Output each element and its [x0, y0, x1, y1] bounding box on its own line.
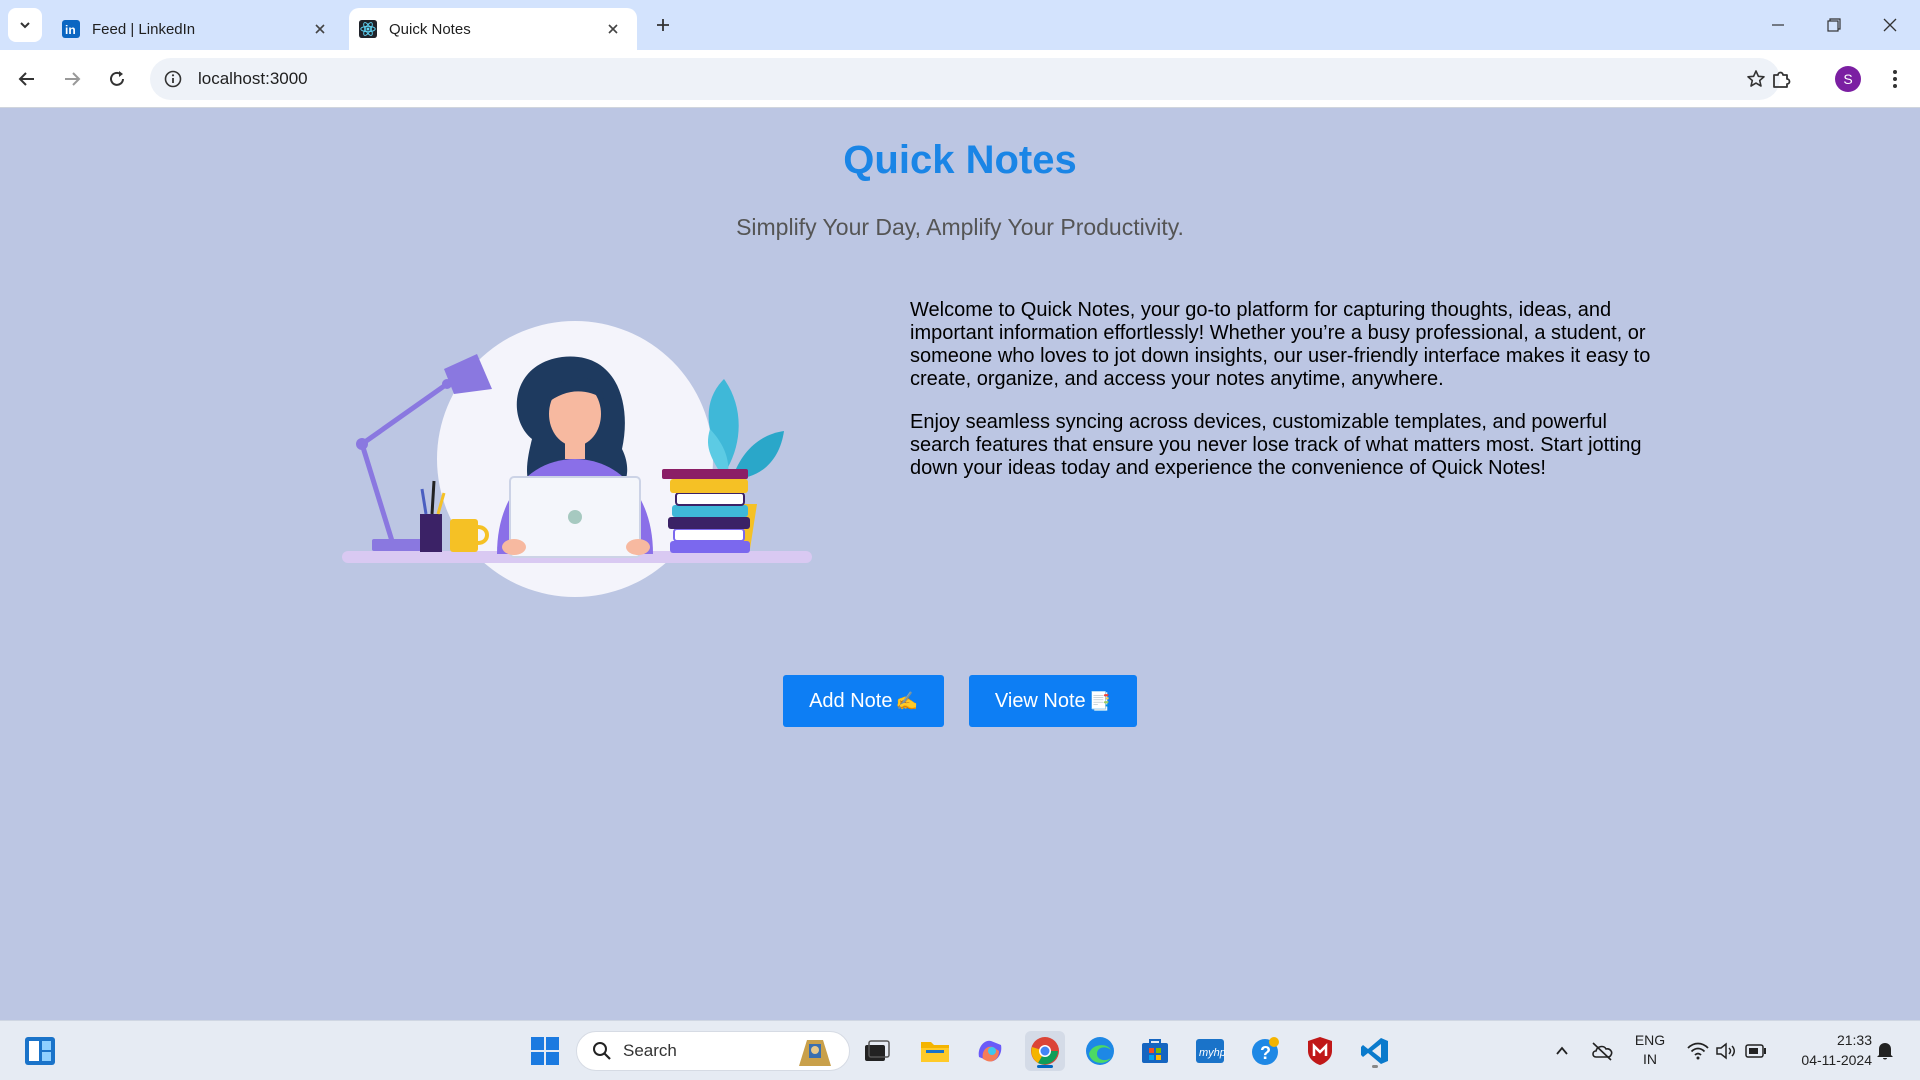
- bookmark-tabs-icon: 📑: [1088, 690, 1112, 711]
- svg-text:myhp: myhp: [1199, 1047, 1225, 1059]
- close-icon: [1883, 18, 1897, 32]
- restore-button[interactable]: [1806, 0, 1862, 50]
- help-icon: ?: [1252, 1037, 1279, 1065]
- mcafee-button[interactable]: [1300, 1031, 1340, 1071]
- edge-button[interactable]: [1080, 1031, 1120, 1071]
- page-title: Quick Notes: [843, 138, 1077, 182]
- volume-icon[interactable]: [1714, 1039, 1738, 1063]
- vscode-icon: [1361, 1038, 1388, 1064]
- myhp-icon: myhp: [1196, 1039, 1225, 1063]
- linkedin-icon: in: [62, 20, 80, 38]
- copilot-icon: [978, 1040, 1002, 1062]
- hero-illustration: [342, 321, 812, 597]
- writing-hand-icon: ✍️: [895, 690, 918, 711]
- close-window-button[interactable]: [1862, 0, 1918, 50]
- bookmark-star-icon[interactable]: [1744, 67, 1768, 91]
- add-note-button[interactable]: Add Note ✍️: [783, 675, 944, 727]
- chrome-taskbar-button[interactable]: [1025, 1031, 1065, 1071]
- address-bar[interactable]: localhost:3000: [150, 58, 1780, 100]
- extensions-button[interactable]: [1766, 64, 1796, 94]
- widgets-button[interactable]: [20, 1031, 60, 1071]
- plus-icon: [657, 19, 669, 31]
- minimize-button[interactable]: [1750, 0, 1806, 50]
- arrow-right-icon: [65, 72, 81, 86]
- reload-button[interactable]: [101, 63, 133, 95]
- puzzle-icon: [1773, 71, 1791, 88]
- clock[interactable]: 21:33 04-11-2024: [1782, 1030, 1872, 1070]
- restore-icon: [1827, 18, 1841, 32]
- store-icon: [1142, 1039, 1168, 1063]
- chevron-down-icon: [20, 22, 30, 29]
- start-button[interactable]: [525, 1031, 565, 1071]
- arrow-left-icon: [18, 72, 34, 86]
- open-indicator: [1372, 1065, 1378, 1068]
- edge-icon: [1086, 1037, 1114, 1065]
- myhp-button[interactable]: myhp: [1190, 1031, 1230, 1071]
- new-tab-button[interactable]: [650, 12, 676, 38]
- notifications-bell-icon[interactable]: [1873, 1039, 1897, 1063]
- active-indicator: [1037, 1065, 1053, 1068]
- show-hidden-icons-button[interactable]: [1550, 1039, 1574, 1063]
- help-button[interactable]: ?: [1245, 1031, 1285, 1071]
- view-note-button[interactable]: View Note 📑: [969, 675, 1137, 727]
- svg-text:in: in: [65, 23, 76, 37]
- browser-tab-strip: in Feed | LinkedIn Quick Notes: [0, 0, 1920, 50]
- onedrive-icon[interactable]: [1590, 1039, 1614, 1063]
- forward-button[interactable]: [56, 63, 88, 95]
- time-text: 21:33: [1836, 1032, 1872, 1048]
- chrome-icon: [1031, 1037, 1059, 1065]
- chevron-up-icon: [1556, 1046, 1568, 1055]
- vscode-button[interactable]: [1355, 1031, 1395, 1071]
- search-icon: [591, 1040, 613, 1062]
- minimize-icon: [1772, 24, 1784, 26]
- taskbar: Search myhp ? ENG IN 21:33 04-11-2024: [0, 1020, 1920, 1080]
- tab-linkedin[interactable]: in Feed | LinkedIn: [52, 8, 344, 50]
- close-tab-icon[interactable]: [308, 17, 332, 41]
- intro-paragraph: Welcome to Quick Notes, your go-to platf…: [910, 299, 1651, 390]
- browser-menu-button[interactable]: [1880, 63, 1910, 95]
- tagline: Simplify Your Day, Amplify Your Producti…: [736, 214, 1184, 240]
- region-text: IN: [1643, 1051, 1657, 1067]
- task-view-icon: [865, 1040, 890, 1061]
- site-info-icon[interactable]: [162, 68, 184, 90]
- browser-toolbar: localhost:3000: [0, 50, 1920, 108]
- date-text: 04-11-2024: [1801, 1052, 1872, 1068]
- widgets-icon: [25, 1037, 55, 1065]
- wifi-icon[interactable]: [1686, 1039, 1710, 1063]
- language-text: ENG: [1634, 1032, 1666, 1048]
- tab-title: Quick Notes: [389, 20, 471, 38]
- tab-title: Feed | LinkedIn: [92, 20, 196, 38]
- mcafee-shield-icon: [1308, 1037, 1332, 1065]
- close-tab-icon[interactable]: [601, 17, 625, 41]
- intro-text: Welcome to Quick Notes, your go-to platf…: [910, 299, 1660, 500]
- taskbar-search[interactable]: Search: [576, 1031, 850, 1071]
- file-explorer-button[interactable]: [915, 1031, 955, 1071]
- task-view-button[interactable]: [857, 1031, 897, 1071]
- react-icon: [359, 20, 377, 38]
- folder-icon: [921, 1042, 949, 1062]
- store-button[interactable]: [1135, 1031, 1175, 1071]
- profile-avatar[interactable]: S: [1835, 66, 1861, 92]
- language-indicator[interactable]: ENG IN: [1630, 1031, 1670, 1069]
- back-button[interactable]: [11, 63, 43, 95]
- windows-logo-icon: [531, 1037, 559, 1065]
- search-placeholder: Search: [623, 1041, 677, 1060]
- intro-paragraph: Enjoy seamless syncing across devices, c…: [910, 411, 1642, 479]
- battery-icon[interactable]: [1744, 1039, 1768, 1063]
- search-highlight-icon: [799, 1040, 831, 1066]
- url-text[interactable]: localhost:3000: [198, 69, 308, 89]
- tab-quick-notes[interactable]: Quick Notes: [349, 8, 637, 50]
- add-note-label: Add Note: [809, 689, 893, 712]
- copilot-button[interactable]: [970, 1031, 1010, 1071]
- svg-text:?: ?: [1260, 1043, 1271, 1063]
- view-note-label: View Note: [994, 689, 1086, 712]
- kebab-menu-icon: [1893, 70, 1897, 88]
- page-content: Quick Notes Simplify Your Day, Amplify Y…: [0, 109, 1920, 1020]
- reload-icon: [110, 71, 124, 86]
- tab-search-button[interactable]: [8, 8, 42, 42]
